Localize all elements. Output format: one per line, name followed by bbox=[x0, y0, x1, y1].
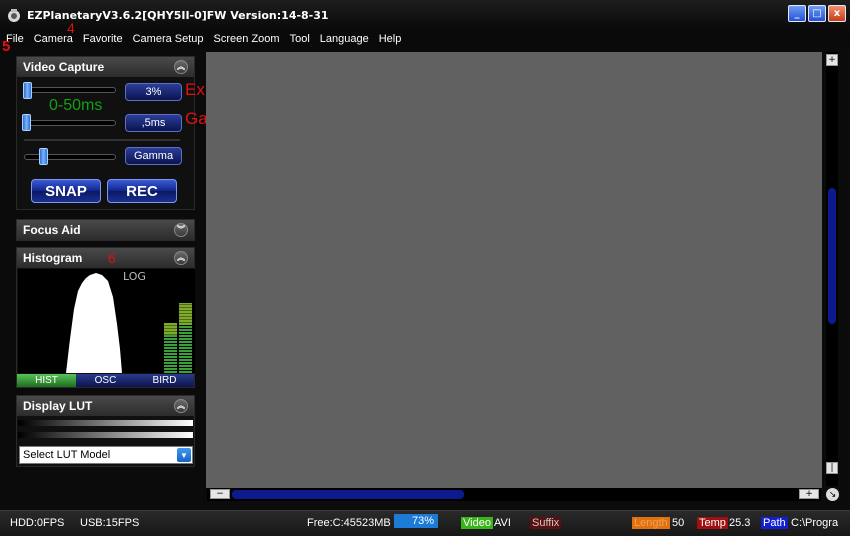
scroll-left-icon[interactable]: − bbox=[210, 489, 230, 499]
tab-osc[interactable]: OSC bbox=[76, 374, 135, 387]
annotation-marker-5: 5 bbox=[2, 38, 11, 55]
focus-aid-panel: Focus Aid ︾ bbox=[16, 219, 195, 241]
focus-aid-header[interactable]: Focus Aid ︾ bbox=[17, 220, 194, 240]
horizontal-scrollbar[interactable]: − + bbox=[207, 488, 821, 501]
focus-aid-title: Focus Aid bbox=[23, 223, 81, 237]
gamma-slider-thumb[interactable] bbox=[39, 148, 48, 165]
menu-language[interactable]: Language bbox=[320, 33, 369, 45]
video-capture-panel: Video Capture ︽ 3% 0-50ms ,5ms Gamma SNA… bbox=[16, 56, 195, 210]
menu-camera-setup[interactable]: Camera Setup bbox=[133, 33, 204, 45]
display-lut-title: Display LUT bbox=[23, 399, 93, 413]
dropdown-arrow-icon[interactable]: ▼ bbox=[177, 448, 191, 462]
chevron-up-icon[interactable]: ︽ bbox=[174, 399, 188, 413]
log-label[interactable]: LOG bbox=[123, 270, 146, 283]
video-capture-header[interactable]: Video Capture ︽ bbox=[17, 57, 194, 77]
display-lut-panel: Display LUT ︽ Select LUT Model ▼ bbox=[16, 395, 195, 467]
tab-hist[interactable]: HIST bbox=[17, 374, 76, 387]
image-preview-area[interactable] bbox=[206, 52, 822, 488]
hdd-fps: HDD:0FPS bbox=[10, 517, 65, 529]
temp-value: 25.3 bbox=[729, 517, 751, 529]
free-space: Free:C:45523MB bbox=[307, 517, 391, 529]
tab-bird[interactable]: BIRD bbox=[135, 374, 194, 387]
zoom-in-icon[interactable]: + bbox=[826, 54, 838, 66]
gamma-button[interactable]: Gamma bbox=[125, 147, 182, 165]
scroll-right-icon[interactable]: + bbox=[799, 489, 819, 499]
lut-gradient-bar-1 bbox=[18, 420, 193, 426]
video-format: AVI bbox=[494, 517, 511, 529]
histogram-tabs: HIST OSC BIRD bbox=[17, 374, 194, 387]
gamma-slider-track[interactable] bbox=[24, 154, 116, 160]
vertical-scroll-thumb[interactable] bbox=[828, 188, 836, 324]
zoom-out-icon[interactable]: | bbox=[826, 462, 838, 474]
video-capture-title: Video Capture bbox=[23, 60, 105, 74]
histogram-panel: Histogram ︽ LOG HIST OSC BIRD bbox=[16, 247, 195, 388]
length-value: 50 bbox=[672, 517, 685, 529]
path-value: C:\Progra bbox=[791, 517, 839, 529]
histogram-plot bbox=[66, 273, 192, 373]
exposure-range-label: 0-50ms bbox=[49, 97, 103, 114]
histogram-header[interactable]: Histogram ︽ bbox=[17, 248, 194, 268]
length-tag[interactable]: Length bbox=[632, 517, 670, 529]
close-button[interactable]: x bbox=[828, 5, 846, 22]
menu-bar: File Camera Favorite Camera Setup Screen… bbox=[0, 30, 850, 48]
chevron-up-icon[interactable]: ︽ bbox=[174, 251, 188, 265]
chevron-up-icon[interactable]: ︽ bbox=[174, 60, 188, 74]
minimize-button[interactable]: _ bbox=[788, 5, 806, 22]
histogram-title: Histogram bbox=[23, 251, 83, 265]
gain-slider-thumb[interactable] bbox=[22, 114, 31, 131]
histogram-curve bbox=[66, 273, 122, 373]
lut-model-select[interactable]: Select LUT Model ▼ bbox=[19, 446, 193, 464]
annotation-marker-6: 6 bbox=[108, 250, 116, 266]
histogram-canvas: LOG bbox=[18, 269, 195, 373]
snap-button[interactable]: SNAP bbox=[31, 179, 101, 203]
app-logo-icon bbox=[6, 7, 22, 23]
status-bar: HDD:0FPS USB:15FPS Free:C:45523MB 73% Vi… bbox=[0, 510, 850, 536]
lut-model-value: Select LUT Model bbox=[23, 449, 111, 461]
lut-gradient-bar-2 bbox=[18, 432, 193, 438]
annotation-marker-4: 4 bbox=[67, 20, 75, 36]
title-bar: EZPlanetaryV3.6.2[QHY5II-0]FW Version:14… bbox=[0, 0, 850, 30]
display-lut-header[interactable]: Display LUT ︽ bbox=[17, 396, 194, 416]
horizontal-scroll-thumb[interactable] bbox=[232, 490, 464, 499]
vertical-zoom-scrollbar[interactable]: + | bbox=[826, 52, 838, 486]
path-tag[interactable]: Path bbox=[761, 517, 788, 529]
maximize-button[interactable]: □ bbox=[808, 5, 826, 22]
fit-view-icon[interactable]: ↘ bbox=[826, 488, 839, 501]
exposure-slider-track[interactable] bbox=[24, 87, 116, 93]
divider bbox=[24, 139, 180, 141]
gain-slider-track[interactable] bbox=[24, 120, 116, 126]
menu-help[interactable]: Help bbox=[379, 33, 402, 45]
exposure-slider-thumb[interactable] bbox=[23, 82, 32, 99]
menu-tool[interactable]: Tool bbox=[290, 33, 310, 45]
exposure-value-button[interactable]: 3% bbox=[125, 83, 182, 101]
temp-tag[interactable]: Temp bbox=[697, 517, 728, 529]
menu-screen-zoom[interactable]: Screen Zoom bbox=[214, 33, 280, 45]
suffix-tag[interactable]: Suffix bbox=[530, 517, 562, 529]
menu-favorite[interactable]: Favorite bbox=[83, 33, 123, 45]
chevron-down-icon[interactable]: ︾ bbox=[174, 223, 188, 237]
usage-percent-bar: 73% bbox=[394, 514, 438, 528]
gain-value-button[interactable]: ,5ms bbox=[125, 114, 182, 132]
video-tag[interactable]: Video bbox=[461, 517, 493, 529]
usb-fps: USB:15FPS bbox=[80, 517, 140, 529]
rec-button[interactable]: REC bbox=[107, 179, 177, 203]
